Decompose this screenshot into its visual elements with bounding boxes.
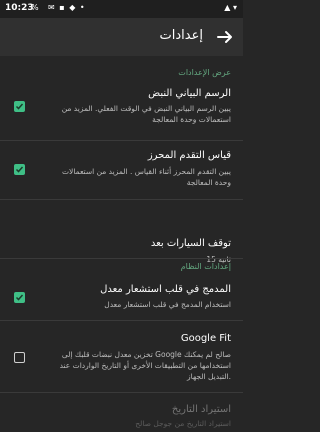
checkbox-checked[interactable] xyxy=(14,101,25,112)
section-header-system: إعدادات النظام xyxy=(180,262,231,271)
notification-icons: ✉ ▪ ◆ • xyxy=(48,3,86,12)
app-bar: إعدادات xyxy=(0,18,243,56)
divider xyxy=(0,258,243,259)
divider xyxy=(0,392,243,393)
setting-subtitle-line: استخدام المدمج في قلب استشعار معدل xyxy=(104,300,231,309)
divider xyxy=(0,320,243,321)
divider xyxy=(0,199,243,200)
battery-percent: % xyxy=(31,3,39,12)
page-title: إعدادات xyxy=(159,28,203,43)
checkbox-checked[interactable] xyxy=(14,292,25,303)
status-bar: 10:23 % ✉ ▪ ◆ • ▲ ▾ xyxy=(0,0,243,18)
setting-title: الرسم البياني النبض xyxy=(148,88,231,99)
setting-title: توقف السيارات بعد xyxy=(150,238,231,249)
setting-subtitle-line: وحدة المعالجة xyxy=(186,178,231,187)
setting-subtitle-line: استيراد التاريخ من جوجل صالح xyxy=(135,419,231,428)
section-header-display: عرض الإعدادات xyxy=(178,68,231,77)
setting-subtitle-line: يبين الرسم البياني النبض في الوقت الفعلي… xyxy=(61,104,231,113)
arrow-right-icon[interactable] xyxy=(215,27,235,47)
status-time: 10:23 xyxy=(5,3,34,13)
setting-subtitle-line: يبين التقدم المحرز أثناء القياس . المزيد… xyxy=(61,167,231,176)
checkbox-unchecked[interactable] xyxy=(14,352,25,363)
setting-subtitle-line: استعمالات وحدة المعالجة xyxy=(152,115,231,124)
setting-title: Google Fit xyxy=(180,333,231,344)
setting-title: استيراد التاريخ xyxy=(171,404,231,415)
setting-subtitle-line: تخزين معدل نبضات قلبك إلى Google صالح لم… xyxy=(61,350,231,359)
setting-subtitle-line: التبديل الجهاز. xyxy=(187,372,231,381)
checkbox-checked[interactable] xyxy=(14,164,25,175)
setting-title: قياس التقدم المحرز xyxy=(147,150,231,161)
signal-icons: ▲ ▾ xyxy=(224,3,237,12)
divider xyxy=(0,140,243,141)
setting-title: المدمج في قلب استشعار معدل xyxy=(100,284,231,295)
setting-subtitle-line: استخدامها من التطبيقات الأخرى أو التاريخ… xyxy=(59,361,231,370)
